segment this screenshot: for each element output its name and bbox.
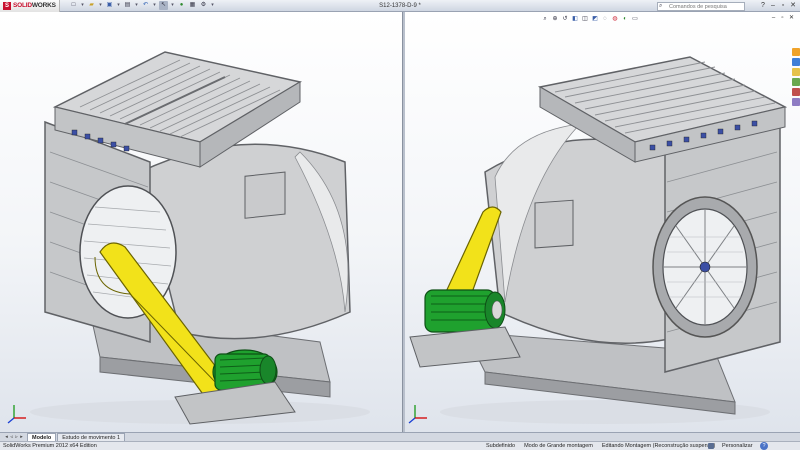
solidworks-window: S SOLIDWORKS □ ▾ ▰ ▾ ▣ ▾ ▤ ▾ ↶ ▾ ↖ ▾ ● ▦… (0, 0, 800, 450)
status-editing: Editando Montagem (Reconstrução suspensa… (601, 443, 716, 449)
undo-dropdown-icon[interactable]: ▾ (152, 1, 157, 10)
tab-model[interactable]: Modelo (27, 433, 57, 441)
status-definition: Subdefinido (486, 443, 516, 449)
options-icon[interactable]: ⚙ (199, 1, 208, 10)
logo-mark-icon: S (3, 1, 11, 10)
save-dropdown-icon[interactable]: ▾ (116, 1, 121, 10)
print-dropdown-icon[interactable]: ▾ (134, 1, 139, 10)
graphics-area-left[interactable] (0, 12, 403, 432)
undo-icon[interactable]: ↶ (141, 1, 150, 10)
coordinate-triad-icon (7, 405, 26, 424)
new-dropdown-icon[interactable]: ▾ (80, 1, 85, 10)
customize-button[interactable]: Personalizar (722, 442, 753, 450)
menu-toolbar: S SOLIDWORKS □ ▾ ▰ ▾ ▣ ▾ ▤ ▾ ↶ ▾ ↖ ▾ ● ▦… (0, 0, 800, 12)
status-app-edition: SolidWorks Premium 2012 x64 Edition (3, 443, 97, 449)
status-large-assembly: Modo de Grande montagem (524, 443, 593, 449)
help-icon[interactable]: ? (758, 1, 768, 11)
search-icon: ⌕ (659, 3, 663, 9)
document-tabs: ◂ ◃ ▹ ▸ Modelo Estudo de movimento 1 (0, 432, 800, 441)
window-controls: ? – ▫ ✕ (758, 1, 798, 11)
open-dropdown-icon[interactable]: ▾ (98, 1, 103, 10)
coordinate-triad-icon (408, 405, 427, 424)
options-dropdown-icon[interactable]: ▾ (210, 1, 215, 10)
new-icon[interactable]: □ (69, 1, 78, 10)
select-dropdown-icon[interactable]: ▾ (170, 1, 175, 10)
tab-motion-study[interactable]: Estudo de movimento 1 (57, 433, 126, 441)
minimize-icon[interactable]: – (768, 1, 778, 11)
document-title: S12-1378-D-9 * (379, 3, 421, 9)
save-icon[interactable]: ▣ (105, 1, 114, 10)
status-items: Subdefinido Modo de Grande montagem Edit… (486, 442, 724, 450)
search-input[interactable] (657, 2, 745, 11)
select-icon[interactable]: ↖ (159, 1, 168, 10)
print-icon[interactable]: ▤ (123, 1, 132, 10)
last-tab-icon[interactable]: ▸ (19, 434, 24, 441)
logo-text: SOLIDWORKS (13, 2, 56, 9)
help-icon[interactable]: ? (760, 442, 768, 450)
close-icon[interactable]: ✕ (788, 1, 798, 11)
solidworks-logo[interactable]: S SOLIDWORKS (0, 0, 60, 12)
standard-toolbar: □ ▾ ▰ ▾ ▣ ▾ ▤ ▾ ↶ ▾ ↖ ▾ ● ▦ ⚙ ▾ (68, 0, 216, 12)
graphics-area-right[interactable]: ⌕ ⊕ ↺ ◧ ◫ ◩ ◌ ◍ ◐ ▭ – ▫ ✕ (405, 12, 800, 432)
restore-icon[interactable]: ▫ (778, 1, 788, 11)
rebuild-icon[interactable]: ● (177, 1, 186, 10)
open-icon[interactable]: ▰ (87, 1, 96, 10)
status-bar: SolidWorks Premium 2012 x64 Edition Subd… (0, 441, 800, 450)
file-properties-icon[interactable]: ▦ (188, 1, 197, 10)
rebuild-status-icon[interactable] (708, 443, 714, 449)
